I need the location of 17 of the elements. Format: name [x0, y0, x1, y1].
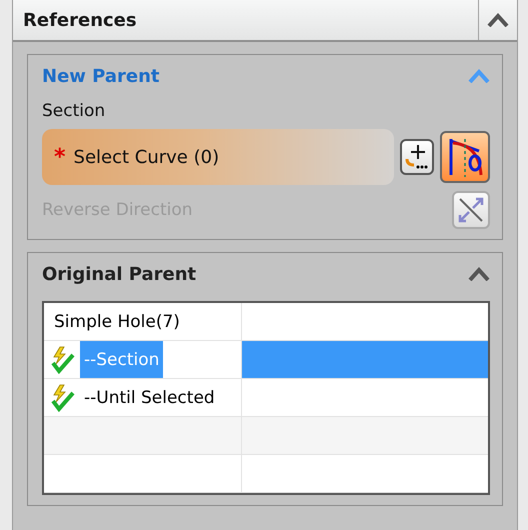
list-item[interactable]: Simple Hole(7)	[50, 303, 184, 340]
panel-title: References	[22, 10, 138, 30]
select-curve-field[interactable]: * Select Curve (0)	[42, 129, 394, 185]
lightning-check-icon	[50, 384, 76, 412]
add-new-set-button[interactable]	[400, 139, 434, 175]
lightning-check-icon	[50, 346, 76, 374]
group-title: New Parent	[42, 66, 161, 86]
reverse-arrows-icon	[456, 195, 486, 225]
section-label: Section	[42, 101, 106, 121]
reverse-direction-button[interactable]	[452, 191, 490, 229]
list-item[interactable]: --Until Selected	[80, 379, 219, 416]
collapse-icon[interactable]	[487, 13, 509, 27]
plus-icon	[404, 143, 430, 171]
required-marker: *	[54, 144, 66, 170]
group-title: Original Parent	[42, 264, 198, 284]
collapse-icon[interactable]	[468, 267, 490, 281]
curve-rule-button[interactable]	[440, 131, 490, 183]
